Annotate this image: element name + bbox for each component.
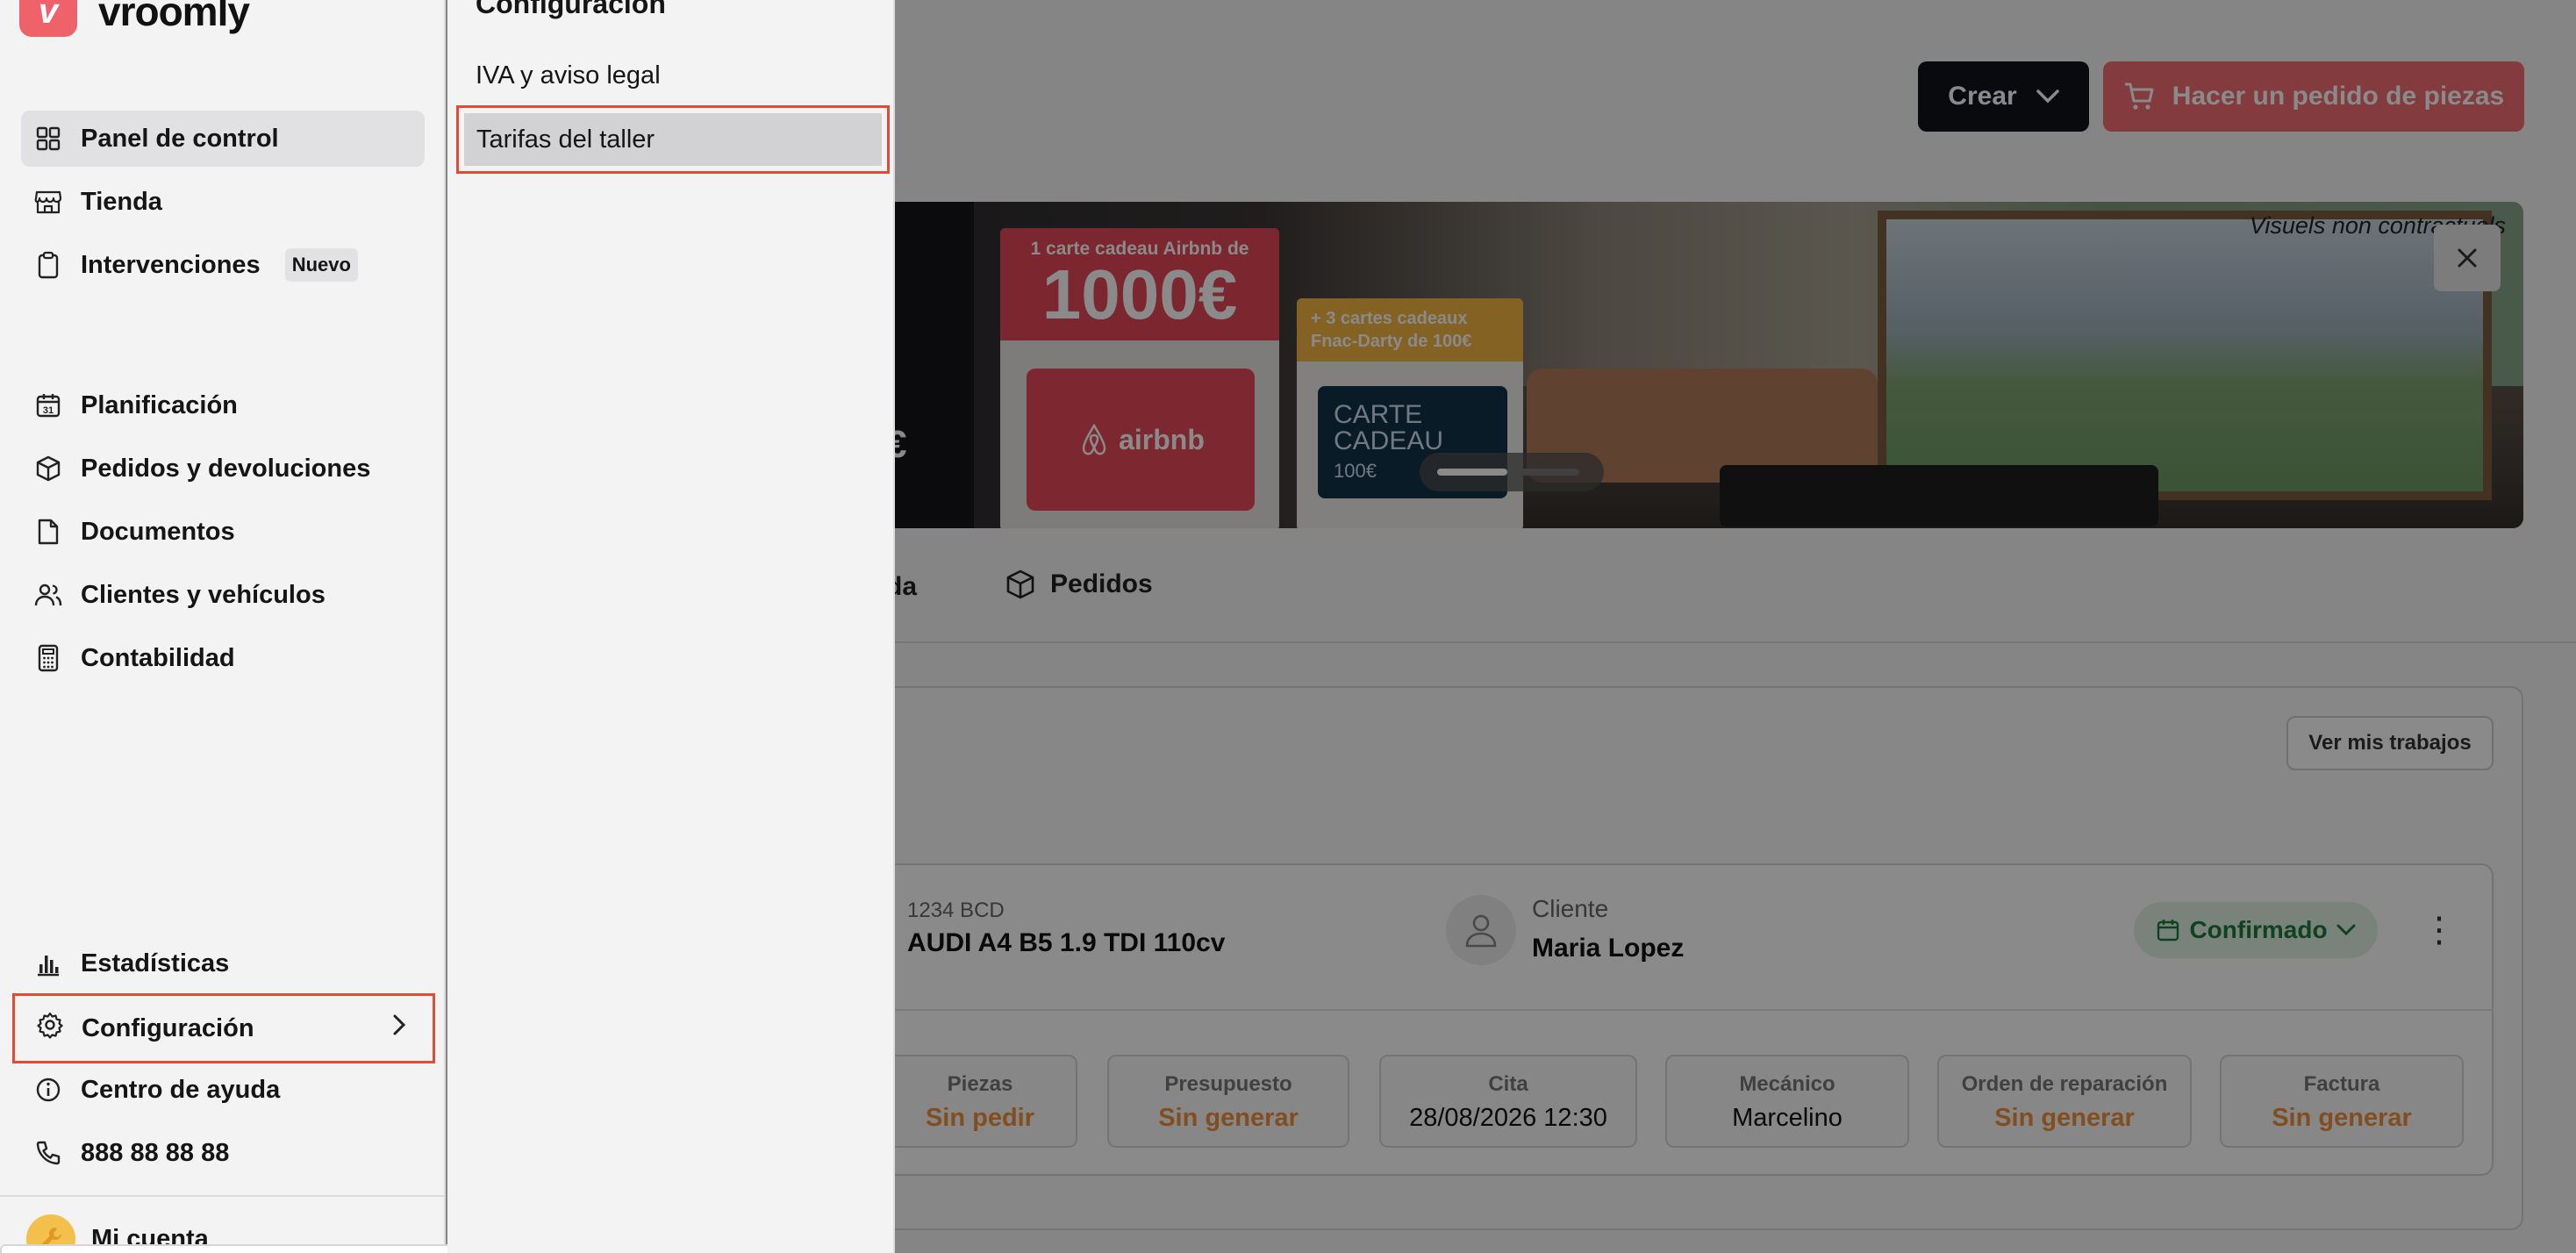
info-icon — [33, 1075, 63, 1105]
sidebar: v vroomly Panel de control Tienda Interv… — [0, 0, 656, 1253]
submenu-item-tarifas-taller[interactable]: Tarifas del taller — [456, 105, 890, 174]
submenu-item-iva-aviso-legal[interactable]: IVA y aviso legal — [476, 61, 661, 90]
submenu-title: Configuración — [476, 0, 666, 19]
sidebar-item-intervenciones[interactable]: Intervenciones Nuevo — [21, 237, 425, 293]
document-icon — [33, 517, 63, 547]
calendar-icon: 31 — [33, 390, 63, 420]
sidebar-item-planificacion[interactable]: 31 Planificación — [21, 377, 425, 433]
store-icon — [33, 187, 63, 217]
users-icon — [33, 580, 63, 610]
brand-name: vroomly — [98, 0, 250, 34]
sidebar-item-panel-de-control[interactable]: Panel de control — [21, 111, 425, 167]
sidebar-item-centro-ayuda[interactable]: Centro de ayuda — [21, 1062, 425, 1118]
sidebar-item-tienda[interactable]: Tienda — [21, 174, 425, 230]
bar-chart-icon — [33, 949, 63, 978]
sidebar-item-estadisticas[interactable]: Estadísticas — [21, 935, 425, 992]
svg-text:31: 31 — [43, 405, 54, 416]
sidebar-item-clientes-vehiculos[interactable]: Clientes y vehículos — [21, 567, 425, 623]
clipboard-icon — [33, 250, 63, 280]
new-badge: Nuevo — [284, 248, 358, 282]
configuracion-submenu: Configuración IVA y aviso legal Tarifas … — [447, 0, 895, 1253]
logo-mark: v — [19, 0, 77, 37]
box-icon — [33, 454, 63, 483]
brand-logo[interactable]: v vroomly — [19, 0, 250, 37]
calculator-icon — [33, 643, 63, 673]
chevron-right-icon — [392, 1013, 406, 1043]
sidebar-item-pedidos-devoluciones[interactable]: Pedidos y devoluciones — [21, 440, 425, 497]
phone-icon — [33, 1138, 63, 1168]
sidebar-item-telefono[interactable]: 888 88 88 88 — [21, 1125, 425, 1181]
sidebar-item-documentos[interactable]: Documentos — [21, 504, 425, 560]
dashboard-icon — [33, 124, 63, 154]
sidebar-item-contabilidad[interactable]: Contabilidad — [21, 630, 425, 686]
sidebar-item-configuracion[interactable]: Configuración — [12, 993, 435, 1063]
gear-icon — [36, 1011, 64, 1046]
